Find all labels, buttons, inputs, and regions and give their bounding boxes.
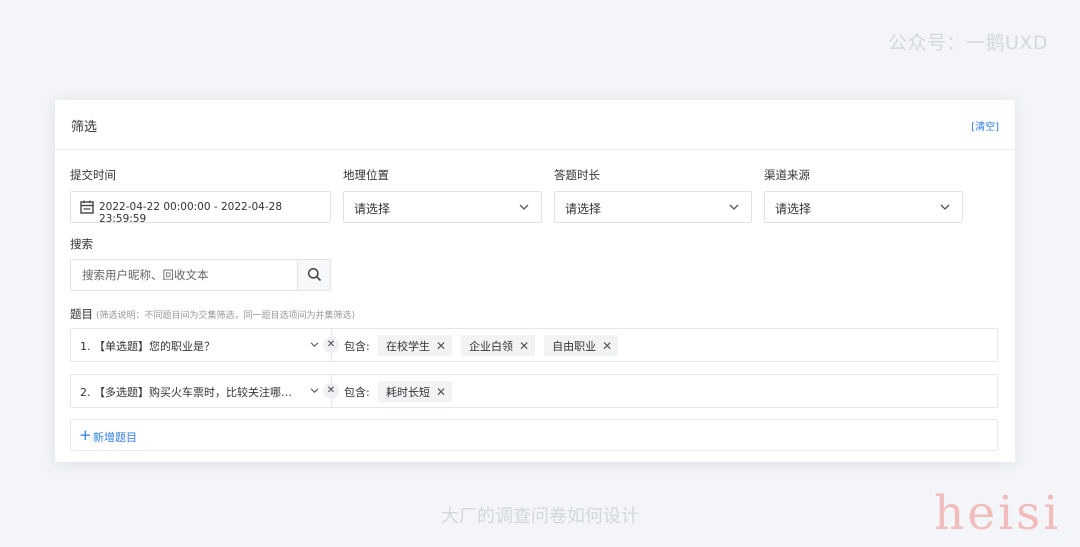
chevron-down-icon [940,204,950,210]
selected-options: 在校学生 ✕ 企业白领 ✕ 自由职业 ✕ [378,335,619,356]
option-tag: 自由职业 ✕ [544,335,619,356]
chevron-down-icon [310,388,319,394]
duration-select[interactable]: 请选择 [554,191,752,223]
search-button[interactable] [297,260,330,290]
question-select-value: 2. 【多选题】购买火车票时，比较关注哪… [80,386,292,399]
search-input[interactable] [71,260,298,290]
location-select[interactable]: 请选择 [343,191,542,223]
questions-label: 题目 [70,307,93,321]
location-label: 地理位置 [343,168,389,182]
contains-label: 包含: [344,340,370,353]
remove-question-button[interactable]: ✕ [323,337,339,353]
search-icon [307,267,322,282]
channel-select-value: 请选择 [775,202,812,216]
clear-button[interactable]: [清空] [971,118,999,133]
add-question-button[interactable]: + 新增题目 [70,419,998,451]
chevron-down-icon [729,204,739,210]
contains-label: 包含: [344,386,370,399]
question-select[interactable]: 2. 【多选题】购买火车票时，比较关注哪… [71,375,331,407]
submit-time-label: 提交时间 [70,168,116,182]
panel-header: 筛选 [清空] [55,100,1015,150]
chevron-down-icon [310,342,319,348]
close-icon[interactable]: ✕ [519,340,529,352]
selected-options: 耗时长短 ✕ [378,381,453,402]
search-field [70,259,331,291]
option-tag: 在校学生 ✕ [378,335,453,356]
option-tag: 耗时长短 ✕ [378,381,453,402]
channel-label: 渠道来源 [764,168,810,182]
close-icon[interactable]: ✕ [436,386,446,398]
calendar-icon [80,200,94,214]
question-select-value: 1. 【单选题】您的职业是？ [80,340,215,353]
duration-select-value: 请选择 [565,202,602,216]
option-tag-label: 在校学生 [386,339,430,353]
location-select-value: 请选择 [354,202,391,216]
add-question-label: 新增题目 [93,431,137,444]
chevron-down-icon [519,204,529,210]
option-tag-label: 自由职业 [552,339,597,353]
option-tag-label: 耗时长短 [386,385,430,399]
questions-note: (筛选说明：不同题目间为交集筛选，同一题目选项间为并集筛选) [96,311,356,321]
date-range-picker[interactable]: 2022-04-22 00:00:00 - 2022-04-28 23:59:5… [70,191,331,225]
questions-heading: 题目 (筛选说明：不同题目间为交集筛选，同一题目选项间为并集筛选) [70,306,355,322]
plus-icon: + [79,426,92,444]
corner-watermark: heisi [934,486,1062,541]
watermark-top: 公众号：一鹅UXD [888,32,1049,54]
close-icon: ✕ [326,339,336,350]
question-filter-row: 1. 【单选题】您的职业是？ ✕ 包含: 在校学生 ✕ 企业白领 ✕ 自由职业 … [70,328,998,362]
date-range-value: 2022-04-22 00:00:00 - 2022-04-28 23:59:5… [99,201,283,225]
filter-panel: 筛选 [清空] 提交时间 地理位置 答题时长 渠道来源 2022-04-22 0… [55,100,1015,462]
option-tag: 企业白领 ✕ [461,335,536,356]
channel-select[interactable]: 请选择 [764,191,963,223]
search-label: 搜索 [70,237,93,251]
close-icon: ✕ [326,385,336,396]
question-select[interactable]: 1. 【单选题】您的职业是？ [71,329,331,361]
bottom-caption: 大厂的调查问卷如何设计 [441,506,639,527]
close-icon[interactable]: ✕ [602,340,612,352]
option-tag-label: 企业白领 [469,339,514,353]
close-icon[interactable]: ✕ [436,340,446,352]
question-filter-row: 2. 【多选题】购买火车票时，比较关注哪… ✕ 包含: 耗时长短 ✕ [70,374,998,408]
panel-title: 筛选 [71,120,98,135]
duration-label: 答题时长 [554,168,600,182]
remove-question-button[interactable]: ✕ [323,383,339,399]
